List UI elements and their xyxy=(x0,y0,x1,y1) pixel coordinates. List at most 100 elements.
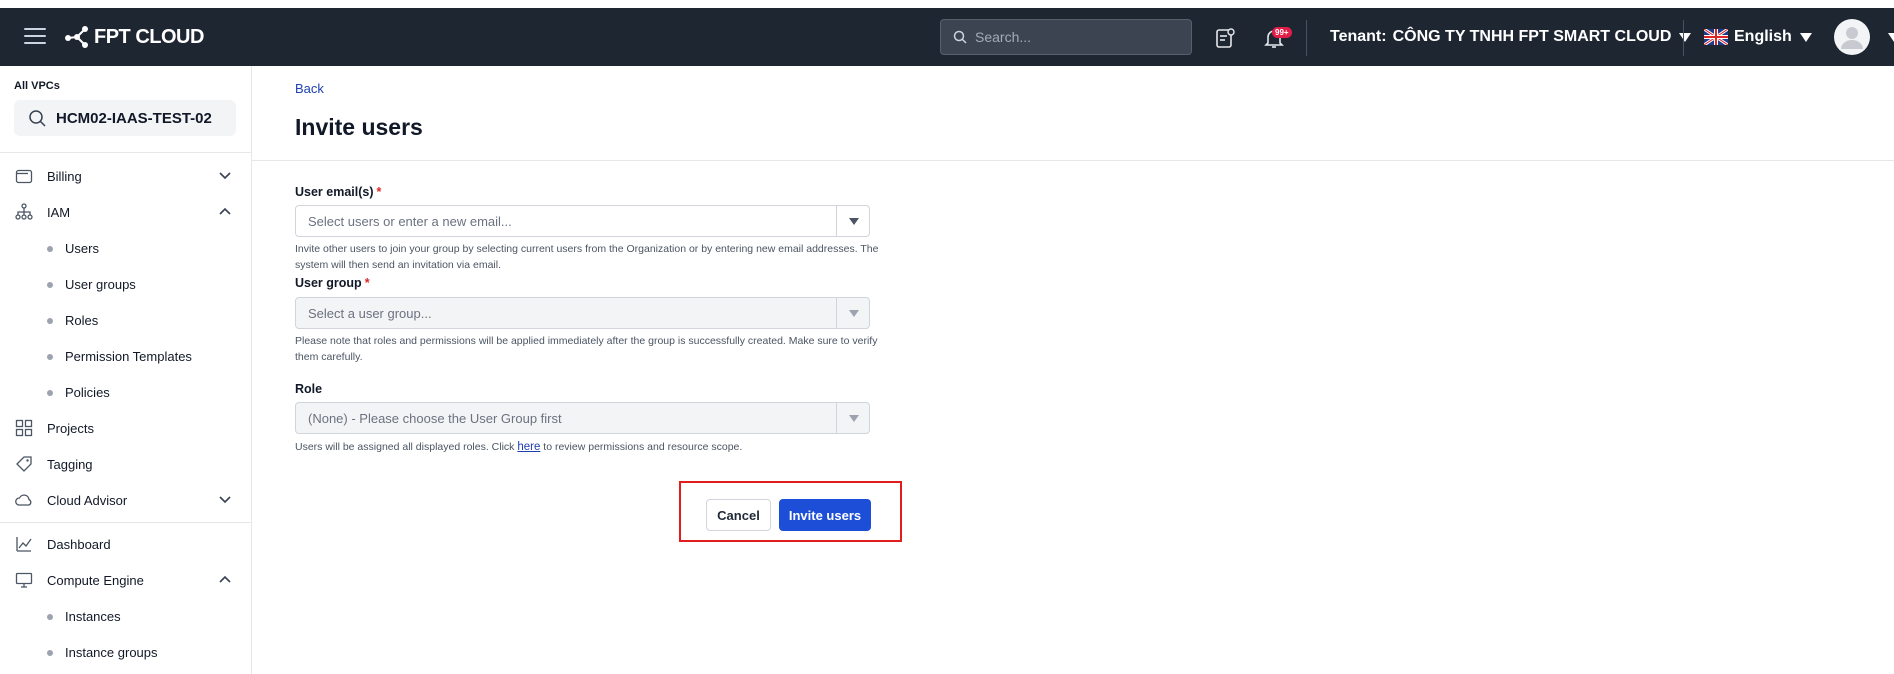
chevron-up-icon xyxy=(219,575,231,583)
field-label-text: User email(s) xyxy=(295,185,374,199)
sidebar-item-label: Projects xyxy=(47,420,94,436)
dropdown-arrow-icon[interactable] xyxy=(849,218,859,225)
vpc-label: All VPCs xyxy=(14,80,60,92)
bullet xyxy=(47,614,53,620)
language-label: English xyxy=(1734,28,1792,45)
sidebar-item-compute-engine[interactable]: Compute Engine xyxy=(0,565,252,595)
bullet xyxy=(47,318,53,324)
sidebar-item-user-groups[interactable]: User groups xyxy=(0,269,252,299)
tenant-name: CÔNG TY TNHH FPT SMART CLOUD xyxy=(1392,28,1672,45)
bullet xyxy=(47,354,53,360)
dropdown-arrow-icon[interactable] xyxy=(849,310,859,317)
vpc-selector[interactable]: HCM02-IAAS-TEST-02 xyxy=(14,100,236,136)
sidebar-item-tagging[interactable]: Tagging xyxy=(0,449,252,479)
main-content: Back Invite users User email(s) * Select … xyxy=(252,66,1894,674)
sidebar-item-users[interactable]: Users xyxy=(0,233,252,263)
sidebar-item-label: Users xyxy=(65,240,99,256)
sidebar-item-projects[interactable]: Projects xyxy=(0,413,252,443)
sidebar-item-label: Instances xyxy=(65,608,121,624)
sidebar-item-label: Roles xyxy=(65,312,99,328)
logo-text: FPT CLOUD xyxy=(94,25,204,48)
hierarchy-icon xyxy=(15,203,33,220)
tenant-selector[interactable]: Tenant: CÔNG TY TNHH FPT SMART CLOUD xyxy=(1330,28,1692,46)
role-select[interactable]: (None) - Please choose the User Group fi… xyxy=(295,402,870,434)
user-email-label: User email(s) * xyxy=(295,185,381,199)
user-icon xyxy=(1841,27,1863,49)
required-mark: * xyxy=(364,276,370,290)
user-group-placeholder: Select a user group... xyxy=(308,306,432,321)
user-email-select[interactable]: Select users or enter a new email... xyxy=(295,205,870,237)
role-label: Role xyxy=(295,382,322,396)
grid-icon xyxy=(15,419,33,437)
bullet xyxy=(47,282,53,288)
sidebar-item-label: Tagging xyxy=(47,456,93,472)
sidebar-item-label: Compute Engine xyxy=(47,572,144,588)
sidebar-item-dashboard[interactable]: Dashboard xyxy=(0,529,252,559)
separator xyxy=(836,206,837,236)
sidebar-item-label: Permission Templates xyxy=(65,348,192,364)
separator xyxy=(836,298,837,328)
sidebar-item-permission-templates[interactable]: Permission Templates xyxy=(0,341,252,371)
language-selector[interactable]: English xyxy=(1704,28,1812,46)
sidebar-item-iam[interactable]: IAM xyxy=(0,197,252,227)
chevron-up-icon xyxy=(219,207,231,215)
chevron-down-icon xyxy=(219,172,231,180)
role-help-text: to review permissions and resource scope… xyxy=(540,441,743,453)
dropdown-arrow-icon[interactable] xyxy=(849,415,859,422)
role-help-text: Users will be assigned all displayed rol… xyxy=(295,441,518,453)
role-placeholder: (None) - Please choose the User Group fi… xyxy=(308,411,562,426)
divider xyxy=(1306,20,1307,56)
search-icon xyxy=(953,30,967,44)
fpt-cloud-logo[interactable]: FPT CLOUD xyxy=(64,25,204,49)
sidebar-item-policies[interactable]: Policies xyxy=(0,377,252,407)
back-link[interactable]: Back xyxy=(295,81,324,96)
user-group-select[interactable]: Select a user group... xyxy=(295,297,870,329)
bullet xyxy=(47,390,53,396)
tenant-label: Tenant: xyxy=(1330,28,1387,45)
sidebar-item-label: Policies xyxy=(65,384,110,400)
menu-icon[interactable] xyxy=(24,28,46,46)
field-label-text: Role xyxy=(295,382,323,396)
sidebar-item-label: Dashboard xyxy=(47,536,111,552)
separator xyxy=(836,403,837,433)
review-permissions-link[interactable]: here xyxy=(517,441,540,453)
search-input[interactable] xyxy=(975,29,1175,45)
search-icon xyxy=(29,110,46,127)
required-mark: * xyxy=(376,185,382,199)
global-search[interactable] xyxy=(940,19,1192,55)
user-group-help: Please note that roles and permissions w… xyxy=(295,335,878,363)
uk-flag-icon xyxy=(1704,29,1728,45)
top-strip xyxy=(0,0,1894,8)
sidebar-item-instance-groups[interactable]: Instance groups xyxy=(0,637,252,667)
bullet xyxy=(47,246,53,252)
activity-log-icon[interactable] xyxy=(1213,26,1237,50)
invite-users-button[interactable]: Invite users xyxy=(779,499,871,531)
divider xyxy=(252,160,1894,161)
sidebar-item-roles[interactable]: Roles xyxy=(0,305,252,335)
monitor-icon xyxy=(15,572,33,588)
sidebar-item-cloud-advisor[interactable]: Cloud Advisor xyxy=(0,485,252,515)
caret-down-icon xyxy=(1799,32,1812,42)
avatar-caret-icon[interactable] xyxy=(1888,33,1894,42)
caret-down-icon xyxy=(1679,32,1692,42)
sidebar-item-billing[interactable]: Billing xyxy=(0,161,252,191)
cloud-icon xyxy=(15,494,32,506)
sidebar-item-label: Instance groups xyxy=(65,644,158,660)
divider xyxy=(0,522,252,523)
user-email-help: Invite other users to join your group by… xyxy=(295,243,879,271)
user-avatar[interactable] xyxy=(1834,19,1870,55)
cancel-button[interactable]: Cancel xyxy=(706,499,771,531)
sidebar: All VPCs HCM02-IAAS-TEST-02 Billing IAM … xyxy=(0,66,252,674)
notification-badge: 99+ xyxy=(1272,27,1292,38)
divider xyxy=(1683,20,1684,56)
sidebar-item-instances[interactable]: Instances xyxy=(0,601,252,631)
user-email-placeholder: Select users or enter a new email... xyxy=(308,214,512,229)
vpc-value: HCM02-IAAS-TEST-02 xyxy=(56,109,212,127)
sidebar-item-label: Cloud Advisor xyxy=(47,492,128,508)
divider xyxy=(0,152,252,153)
page-title: Invite users xyxy=(295,114,423,140)
top-navbar: FPT CLOUD 99+ Tenant: CÔNG TY TNHH FPT S… xyxy=(0,8,1894,66)
logo-mark-icon xyxy=(65,26,88,48)
bullet xyxy=(47,650,53,656)
tag-icon xyxy=(16,456,32,472)
